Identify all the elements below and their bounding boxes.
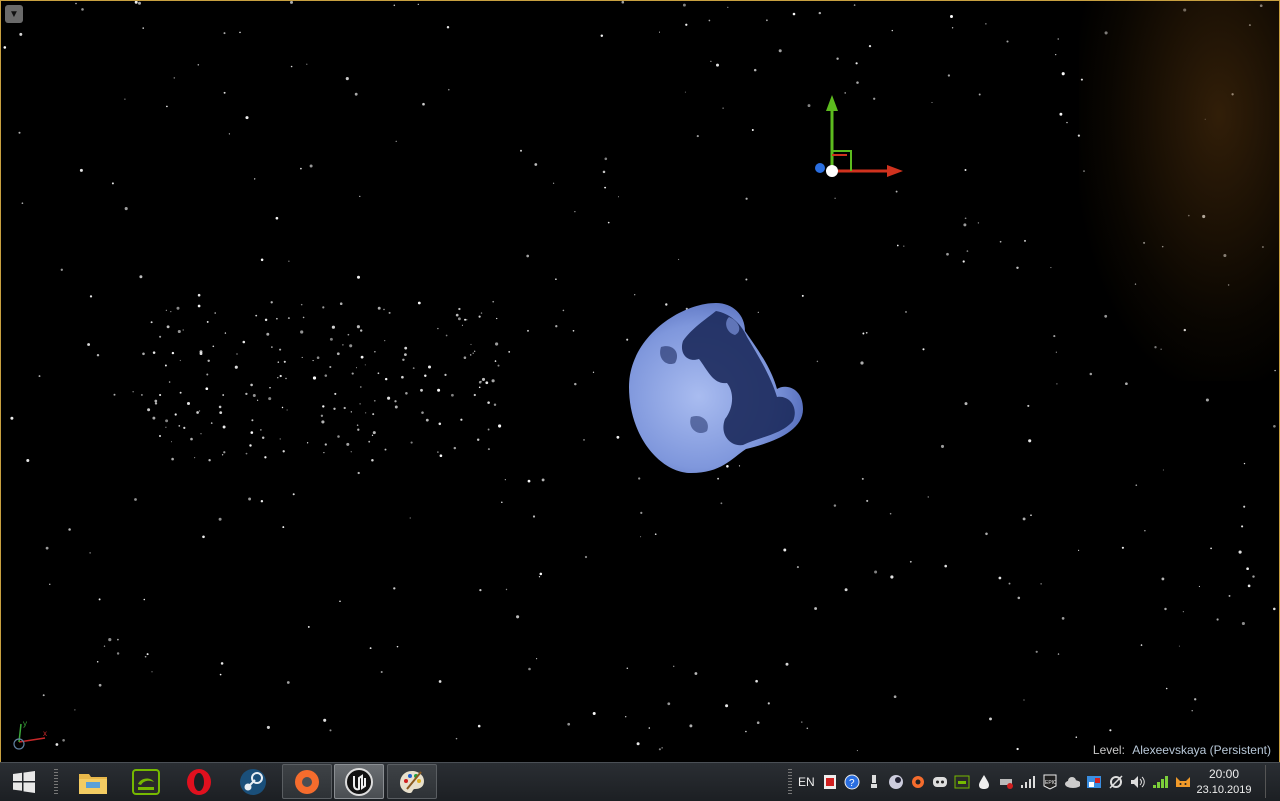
discord-icon[interactable] (932, 774, 948, 790)
origin-icon (295, 769, 319, 794)
network-drive-icon[interactable] (998, 774, 1014, 790)
steam-icon (240, 768, 266, 795)
taskbar-grip[interactable] (54, 769, 58, 795)
clock-date: 23.10.2019 (1196, 784, 1252, 796)
svg-text:?: ? (849, 778, 855, 789)
gizmo-x-arrow (887, 165, 903, 177)
transform-gizmo[interactable] (809, 89, 909, 184)
axis-y-label: y (23, 719, 27, 728)
taskbar-clock[interactable]: 20:00 23.10.2019 (1194, 766, 1254, 798)
start-button[interactable] (0, 764, 48, 799)
droplet-icon[interactable] (976, 774, 992, 790)
tree-foliage (1079, 1, 1279, 381)
gizmo-y-arrow (826, 95, 838, 111)
language-indicator[interactable]: EN (798, 775, 815, 789)
epic-games-icon[interactable]: EPIC (1042, 774, 1058, 790)
taskbar: EN ? EPIC 20:00 23.10.2019 (0, 762, 1280, 801)
acrobat-icon[interactable] (822, 774, 838, 790)
nvidia-icon (132, 768, 160, 795)
gizmo-center-handle (826, 165, 838, 177)
chevron-down-icon: ▼ (9, 8, 19, 20)
action-center-icon[interactable] (1086, 774, 1102, 790)
nvidia-tray-icon[interactable] (954, 774, 970, 790)
tray-grip[interactable] (788, 769, 792, 795)
level-viewport[interactable]: ▼ x y Level: Alexeevskaya (Persistent) (0, 0, 1280, 762)
taskbar-opera[interactable] (174, 764, 224, 799)
origin-tray-icon[interactable] (910, 774, 926, 790)
svg-text:EPIC: EPIC (1045, 780, 1057, 786)
steam-tray-icon[interactable] (888, 774, 904, 790)
signal-icon[interactable] (1020, 774, 1036, 790)
taskbar-file-explorer[interactable] (68, 764, 118, 799)
unreal-icon (345, 767, 373, 796)
clock-time: 20:00 (1208, 767, 1240, 781)
paint-palette-icon (400, 770, 424, 793)
system-tray: EN ? EPIC (798, 763, 1193, 801)
taskbar-nvidia[interactable] (121, 764, 171, 799)
moon (629, 303, 803, 473)
cat-icon[interactable] (1174, 774, 1190, 790)
world-axis-indicator: x y (13, 719, 47, 750)
viewport-options-button[interactable]: ▼ (5, 5, 23, 23)
sync-icon[interactable] (1108, 774, 1124, 790)
usb-icon[interactable] (866, 774, 882, 790)
show-desktop-button[interactable] (1265, 765, 1278, 798)
level-name-label: Level: Alexeevskaya (Persistent) (1093, 743, 1271, 757)
help-icon[interactable]: ? (844, 774, 860, 790)
volume-icon[interactable] (1130, 774, 1146, 790)
taskbar-origin[interactable] (282, 764, 332, 799)
axis-x-label: x (43, 729, 47, 738)
taskbar-paint[interactable] (387, 764, 437, 799)
opera-icon (187, 768, 211, 795)
folder-icon (79, 773, 107, 794)
cloud-icon[interactable] (1064, 774, 1080, 790)
windows-logo-icon (13, 770, 35, 793)
taskbar-steam[interactable] (228, 764, 278, 799)
taskbar-unreal-engine[interactable] (334, 764, 384, 799)
level-prefix: Level: (1092, 743, 1125, 757)
level-name: Alexeevskaya (Persistent) (1132, 743, 1271, 757)
gizmo-z-handle (815, 163, 825, 173)
wifi-icon[interactable] (1152, 774, 1168, 790)
